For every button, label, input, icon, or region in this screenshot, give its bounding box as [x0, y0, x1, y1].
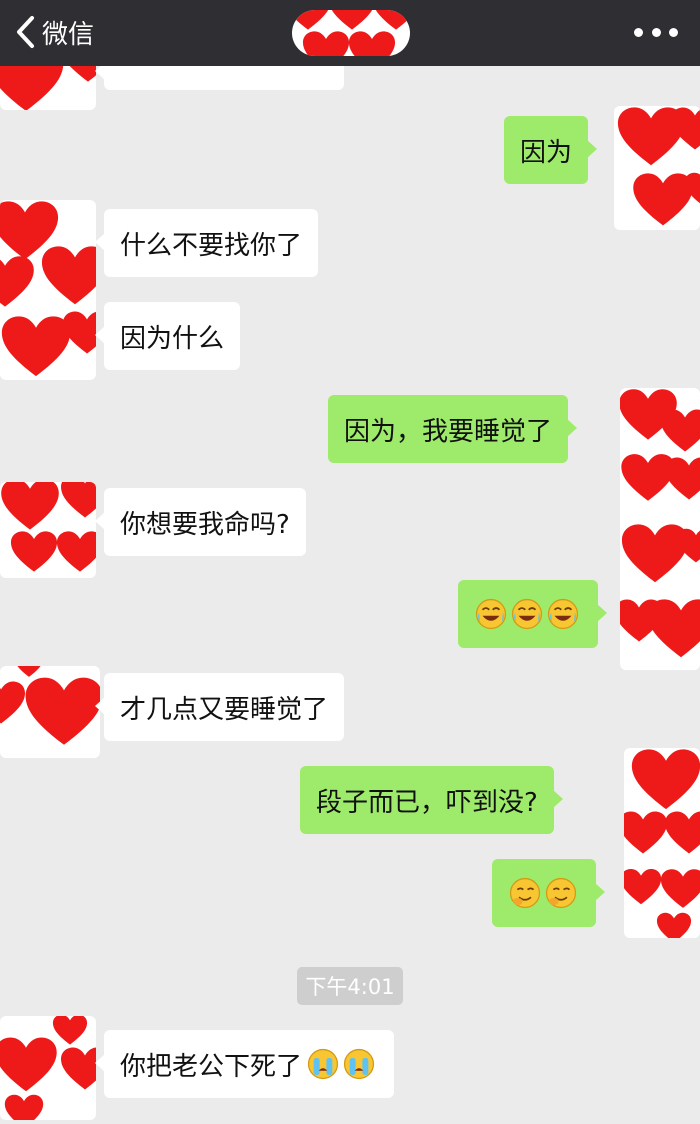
message-text: 因为	[520, 137, 573, 168]
contact-avatar[interactable]	[0, 1016, 96, 1120]
outgoing-emoji-message[interactable]	[458, 580, 607, 648]
incoming-message[interactable]: 你想要我命吗?	[95, 488, 306, 556]
outgoing-message[interactable]: 因为	[504, 116, 598, 184]
chat-title-obscured	[292, 10, 410, 56]
message-text: 什么不要找你了	[120, 230, 303, 261]
incoming-message[interactable]: 什么不要找你了	[94, 209, 319, 277]
chuckle-emoji-icon	[508, 876, 542, 910]
incoming-message[interactable]: 你把老公下死了	[94, 1030, 395, 1098]
message-timestamp: 下午4:01	[297, 967, 403, 1005]
laughing-crying-emoji-icon	[510, 597, 544, 631]
crying-emoji-icon	[342, 1047, 376, 1081]
outgoing-message[interactable]: 段子而已，吓到没?	[300, 766, 563, 834]
laughing-crying-emoji-icon	[546, 597, 580, 631]
my-avatar[interactable]	[620, 388, 700, 670]
message-text: 你想要我命吗?	[120, 509, 290, 540]
chevron-left-icon	[17, 16, 34, 48]
incoming-message[interactable]: 因为什么	[94, 302, 241, 370]
message-text: 因为，我要睡觉了	[344, 416, 553, 447]
contact-avatar[interactable]	[0, 200, 96, 380]
back-label: 微信	[42, 19, 95, 50]
laughing-crying-emoji-icon	[474, 597, 508, 631]
chuckle-emoji-icon	[544, 876, 578, 910]
message-text: 你把老公下死了	[120, 1051, 303, 1082]
outgoing-message[interactable]: 因为，我要睡觉了	[328, 395, 578, 463]
my-avatar[interactable]	[624, 748, 700, 938]
contact-avatar[interactable]	[0, 666, 100, 758]
more-menu-button[interactable]	[634, 20, 678, 44]
back-button[interactable]: 微信	[14, 12, 94, 52]
my-avatar[interactable]	[614, 106, 700, 230]
crying-emoji-icon	[306, 1047, 340, 1081]
more-dots-icon	[634, 27, 643, 37]
message-text: 段子而已，吓到没?	[316, 787, 538, 818]
top-navigation-bar: 微信	[0, 0, 700, 66]
contact-avatar[interactable]	[0, 482, 96, 578]
message-text: 才几点又要睡觉了	[120, 694, 329, 725]
outgoing-emoji-message[interactable]	[492, 859, 605, 927]
incoming-message[interactable]: 才几点又要睡觉了	[94, 673, 345, 741]
message-text: 因为什么	[120, 323, 225, 354]
